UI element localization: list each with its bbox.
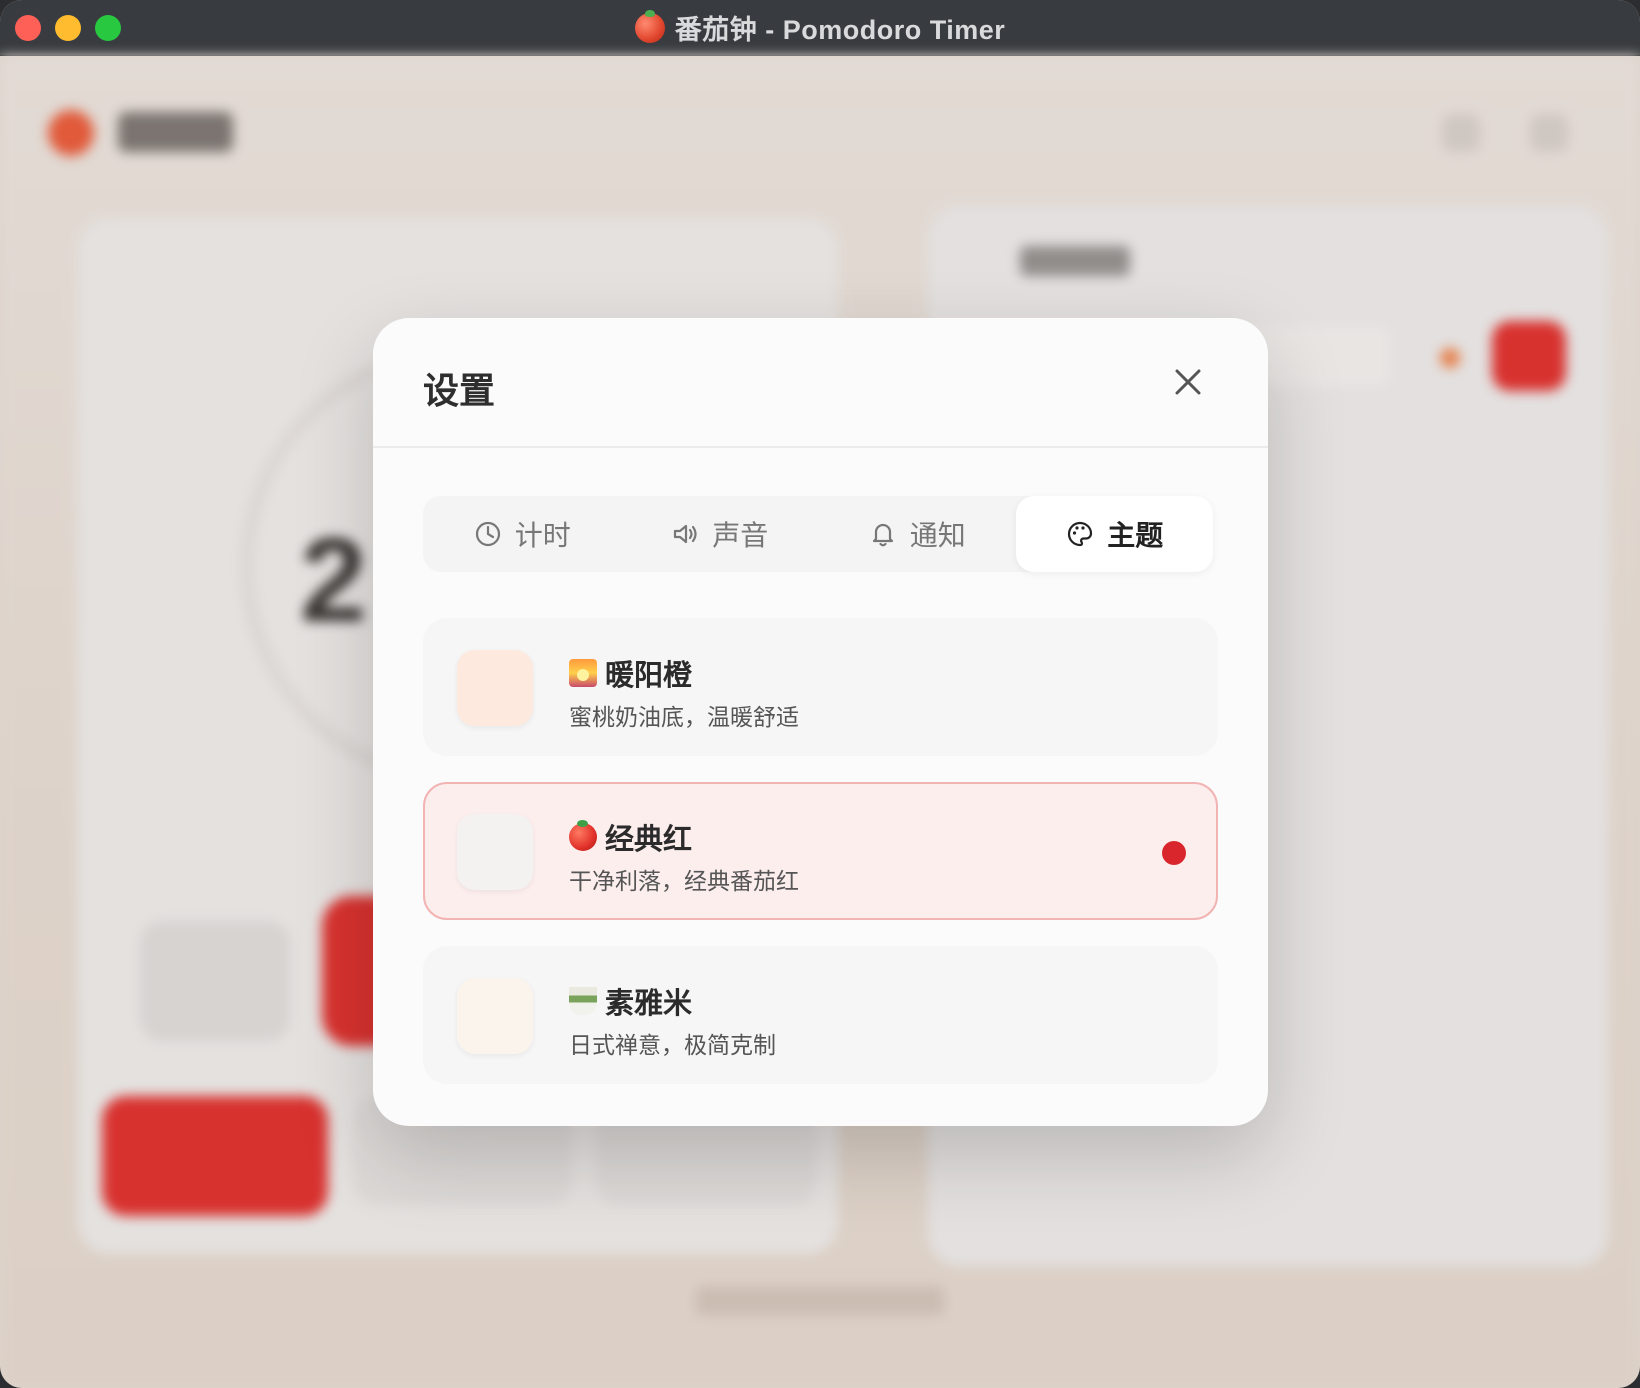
tab-timer-label: 计时 — [514, 520, 571, 551]
tab-sound[interactable]: 声音 — [621, 496, 819, 572]
window-title-text: 番茄钟 - Pomodoro Timer — [674, 15, 1006, 45]
settings-icon — [1530, 114, 1568, 152]
theme-name: 素雅米 — [569, 980, 692, 1022]
theme-option-plain-beige[interactable]: 素雅米 日式禅意，极简克制 — [423, 946, 1218, 1084]
theme-description: 干净利落，经典番茄红 — [569, 868, 799, 894]
settings-dialog-title: 设置 — [423, 370, 496, 411]
window-maximize-button[interactable] — [95, 15, 121, 41]
focus-mode-pill-blurred — [102, 1096, 328, 1216]
selected-indicator-icon — [1162, 841, 1186, 865]
theme-description: 蜜桃奶油底，温暖舒适 — [569, 704, 799, 730]
theme-list: 暖阳橙 蜜桃奶油底，温暖舒适 经典红 干净利落，经典番茄红 素雅米 日式禅意，极… — [423, 618, 1218, 1110]
theme-swatch — [457, 814, 533, 890]
settings-dialog-header: 设置 — [373, 318, 1268, 448]
settings-tabs: 计时 声音 通知 主题 — [423, 496, 1213, 572]
window-minimize-button[interactable] — [55, 15, 81, 41]
window-close-button[interactable] — [15, 15, 41, 41]
theme-option-classic-red[interactable]: 经典红 干净利落，经典番茄红 — [423, 782, 1218, 920]
bell-icon — [872, 523, 893, 547]
add-task-button-blurred — [1492, 321, 1566, 391]
tomato-icon — [569, 820, 597, 851]
close-button[interactable] — [1168, 362, 1208, 402]
theme-name-text: 经典红 — [605, 824, 693, 856]
theme-swatch — [457, 650, 533, 726]
clock-icon — [475, 521, 500, 547]
task-list-title-blurred — [1020, 246, 1130, 276]
tea-icon — [569, 987, 597, 1015]
theme-description: 日式禅意，极简克制 — [569, 1032, 776, 1058]
close-icon — [1175, 369, 1201, 395]
reset-button-blurred — [140, 921, 290, 1041]
theme-option-warm-orange[interactable]: 暖阳橙 蜜桃奶油底，温暖舒适 — [423, 618, 1218, 756]
footer-status-blurred — [695, 1286, 945, 1316]
theme-swatch — [457, 978, 533, 1054]
theme-name: 经典红 — [569, 816, 692, 858]
tab-theme[interactable]: 主题 — [1015, 496, 1213, 572]
tomato-icon — [634, 9, 665, 43]
palette-icon — [1068, 521, 1093, 547]
tab-timer[interactable]: 计时 — [423, 496, 621, 572]
stats-icon — [1442, 114, 1480, 152]
tab-sound-label: 声音 — [712, 520, 769, 551]
tab-notification[interactable]: 通知 — [818, 496, 1016, 572]
speaker-icon — [674, 524, 697, 544]
app-window: 番茄钟 - Pomodoro Timer 2 设置 计时 声音 通知 主题 暖阳… — [0, 0, 1640, 1388]
app-name-blurred — [118, 112, 233, 152]
app-logo-icon — [48, 110, 94, 156]
title-bar: 番茄钟 - Pomodoro Timer — [0, 0, 1640, 56]
timer-digits-blurred: 2 — [300, 513, 367, 647]
settings-dialog: 设置 计时 声音 通知 主题 暖阳橙 蜜桃奶油底，温暖舒适 经典红 干净利落，经… — [373, 318, 1268, 1126]
window-title: 番茄钟 - Pomodoro Timer — [634, 8, 1006, 47]
theme-name-text: 暖阳橙 — [605, 660, 693, 692]
tab-theme-label: 主题 — [1107, 520, 1164, 551]
sunrise-icon — [569, 659, 597, 687]
theme-name-text: 素雅米 — [605, 988, 693, 1020]
tab-notification-label: 通知 — [909, 520, 966, 551]
task-tomato-icon — [1440, 348, 1460, 368]
theme-name: 暖阳橙 — [569, 652, 692, 694]
